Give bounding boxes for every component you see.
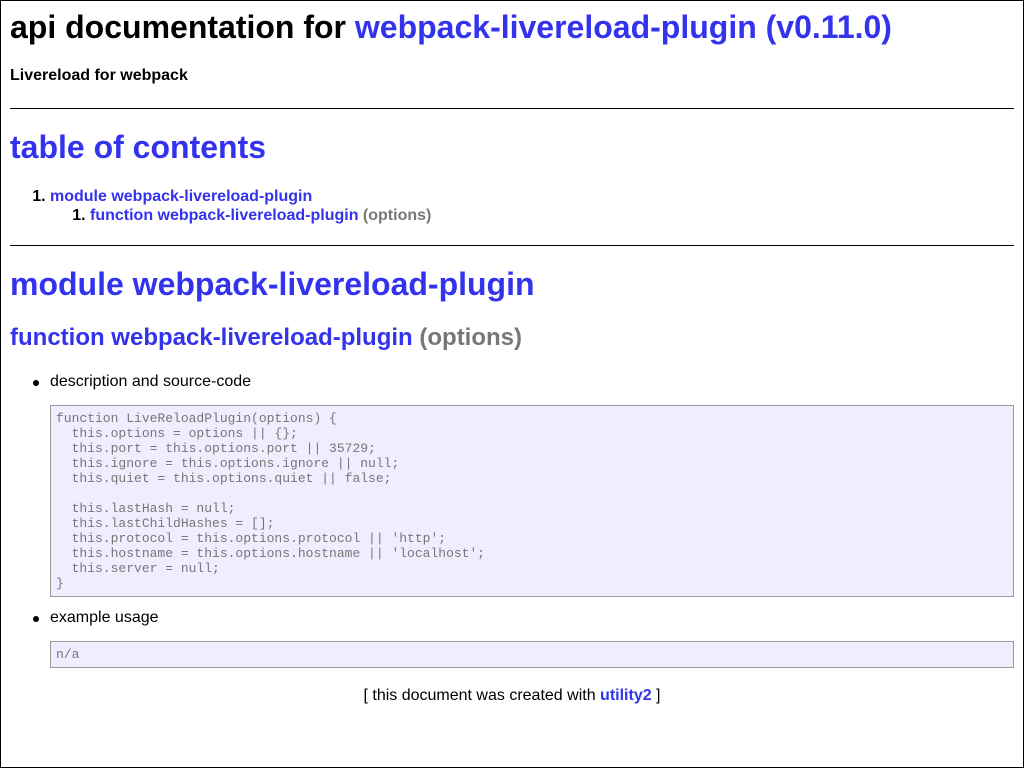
toc-link-module[interactable]: module webpack-livereload-plugin (50, 188, 312, 205)
package-title-link[interactable]: webpack-livereload-plugin (v0.11.0) (355, 9, 892, 45)
toc-item-module: module webpack-livereload-plugin functio… (50, 187, 431, 225)
footer-prefix: [ this document was created with (363, 687, 601, 704)
page-title-prefix: api documentation for (10, 9, 355, 45)
description-label: description and source-code (50, 373, 252, 390)
description-list-item: description and source-code (32, 373, 252, 391)
source-code-block: function LiveReloadPlugin(options) { thi… (50, 405, 1014, 597)
function-signature: (options) (419, 324, 523, 351)
example-label: example usage (50, 609, 159, 626)
toc-item-function: function webpack-livereload-plugin (opti… (90, 206, 431, 225)
module-heading: module webpack-livereload-plugin (10, 266, 535, 303)
footer: [ this document was created with utility… (10, 687, 1014, 705)
toc-heading: table of contents (10, 129, 266, 166)
utility2-link[interactable]: utility2 (600, 687, 652, 704)
divider (10, 108, 1014, 109)
example-list-item: example usage (33, 609, 159, 627)
function-heading-link[interactable]: function webpack-livereload-plugin (10, 324, 413, 351)
toc-link-function[interactable]: function webpack-livereload-plugin (90, 207, 358, 224)
toc-function-signature: (options) (362, 207, 432, 224)
module-heading-link[interactable]: module webpack-livereload-plugin (10, 266, 535, 302)
toc-sublist: function webpack-livereload-plugin (opti… (50, 206, 431, 225)
page-frame: api documentation for webpack-livereload… (0, 0, 1024, 768)
package-description: Livereload for webpack (10, 67, 188, 84)
footer-suffix: ] (651, 687, 661, 704)
toc-list: module webpack-livereload-plugin functio… (10, 187, 431, 225)
example-code-block: n/a (50, 641, 1014, 668)
page-title: api documentation for webpack-livereload… (10, 9, 892, 46)
divider (10, 245, 1014, 246)
function-heading: function webpack-livereload-plugin (opti… (10, 324, 522, 352)
toc-heading-link[interactable]: table of contents (10, 129, 266, 165)
